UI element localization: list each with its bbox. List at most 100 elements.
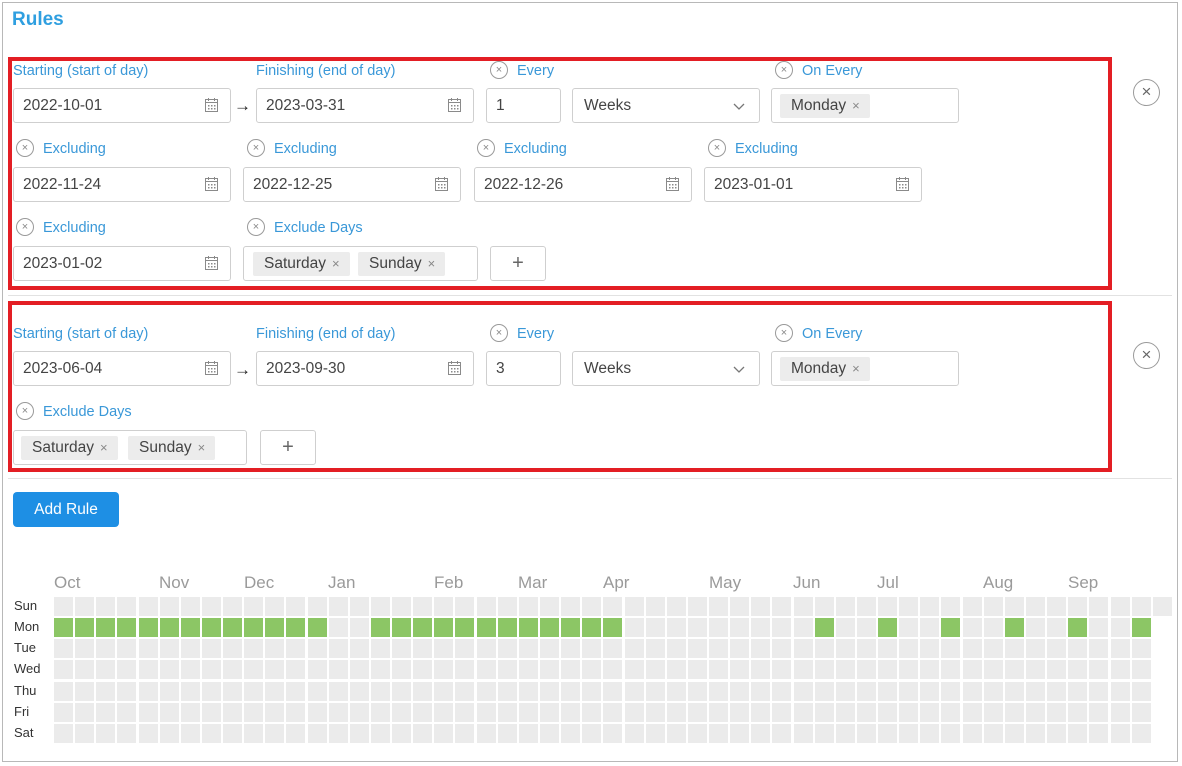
calendar-icon[interactable] [666,177,679,191]
add-exclusion-button[interactable]: + [490,246,546,281]
heatmap-cell [539,660,559,680]
tag-remove-icon[interactable]: × [428,256,436,271]
heatmap-cell [878,597,898,616]
heatmap-cell [1047,723,1067,743]
heatmap-cell [899,618,919,638]
remove-excluding-icon[interactable]: × [477,139,495,157]
unit-select[interactable]: Weeks [572,88,760,123]
heatmap-cell [1025,618,1045,638]
on-every-label: On Every [802,326,863,342]
remove-exclude-days-icon[interactable]: × [247,218,265,236]
heatmap-cell [751,639,771,659]
heatmap-cell [455,660,475,680]
heatmap-cell [856,660,876,680]
unit-select[interactable]: Weeks [572,351,760,386]
heatmap-cell [899,597,919,616]
heatmap-cell [983,639,1003,659]
heatmap-cell [645,660,665,680]
finishing-date-field[interactable]: 2023-03-31 [256,88,474,123]
heatmap-cell [265,597,285,616]
calendar-icon[interactable] [205,361,218,375]
remove-exclude-days-icon[interactable]: × [16,402,34,420]
remove-rule-1-button[interactable]: × [1133,79,1160,106]
heatmap-cell [328,618,348,638]
heatmap-cell [1025,597,1045,616]
exclude-days-select[interactable]: Saturday × Sunday × [243,246,478,281]
add-rule-button[interactable]: Add Rule [13,492,119,527]
heatmap-cell [1110,702,1130,722]
heatmap-cell [223,723,243,743]
heatmap-cell [709,639,729,659]
calendar-icon[interactable] [896,177,909,191]
heatmap-cell [392,618,412,638]
heatmap-cell [1110,723,1130,743]
excluding-date-value: 2022-11-24 [23,176,102,193]
remove-every-icon[interactable]: × [490,324,508,342]
heatmap-cell [899,681,919,701]
calendar-icon[interactable] [448,361,461,375]
heatmap-cell [666,681,686,701]
starting-label: Starting (start of day) [13,326,149,342]
every-input[interactable]: 1 [486,88,561,123]
finishing-date-field[interactable]: 2023-09-30 [256,351,474,386]
tag-remove-icon[interactable]: × [198,440,206,455]
heatmap-cell [223,702,243,722]
excluding-date-field[interactable]: 2022-11-24 [13,167,231,202]
tag-remove-icon[interactable]: × [332,256,340,271]
on-every-select[interactable]: Monday × [771,351,959,386]
heatmap-cell [539,702,559,722]
exclude-days-select[interactable]: Saturday × Sunday × [13,430,247,465]
heatmap-cell [201,660,221,680]
starting-date-field[interactable]: 2023-06-04 [13,351,231,386]
heatmap-cell [772,681,792,701]
remove-excluding-icon[interactable]: × [16,218,34,236]
heatmap-cell [349,597,369,616]
heatmap-cell [582,702,602,722]
tag-remove-icon[interactable]: × [852,361,860,376]
calendar-icon[interactable] [205,177,218,191]
heatmap-cell [730,660,750,680]
heatmap-cell [265,660,285,680]
add-exclusion-button[interactable]: + [260,430,316,465]
heatmap-cell [413,660,433,680]
heatmap-cell [856,618,876,638]
calendar-icon[interactable] [435,177,448,191]
heatmap-cell [1089,723,1109,743]
excluding-date-field[interactable]: 2022-12-26 [474,167,692,202]
remove-on-every-icon[interactable]: × [775,324,793,342]
heatmap-cell [878,618,898,638]
heatmap-cell [1025,702,1045,722]
tag-remove-icon[interactable]: × [852,98,860,113]
calendar-icon[interactable] [448,98,461,112]
remove-every-icon[interactable]: × [490,61,508,79]
remove-rule-2-button[interactable]: × [1133,342,1160,369]
heatmap-cell [603,681,623,701]
remove-excluding-icon[interactable]: × [16,139,34,157]
calendar-icon[interactable] [205,256,218,270]
calendar-icon[interactable] [205,98,218,112]
on-every-select[interactable]: Monday × [771,88,959,123]
heatmap-cell [497,660,517,680]
heatmap-cell [413,723,433,743]
heatmap-cell [561,618,581,638]
heatmap-cell [518,681,538,701]
excluding-date-field[interactable]: 2023-01-01 [704,167,922,202]
heatmap-cell [328,702,348,722]
remove-on-every-icon[interactable]: × [775,61,793,79]
heatmap-cell [286,639,306,659]
heatmap-cell [962,660,982,680]
excluding-date-field[interactable]: 2022-12-25 [243,167,461,202]
heatmap-cell [1025,723,1045,743]
heatmap-cell [561,660,581,680]
heatmap-cell [814,660,834,680]
heatmap-cell [983,618,1003,638]
excluding-date-field[interactable]: 2023-01-02 [13,246,231,281]
every-value: 1 [496,97,505,114]
every-input[interactable]: 3 [486,351,561,386]
heatmap-cell [561,702,581,722]
starting-date-field[interactable]: 2022-10-01 [13,88,231,123]
tag-remove-icon[interactable]: × [100,440,108,455]
remove-excluding-icon[interactable]: × [708,139,726,157]
remove-excluding-icon[interactable]: × [247,139,265,157]
heatmap-cell [455,597,475,616]
